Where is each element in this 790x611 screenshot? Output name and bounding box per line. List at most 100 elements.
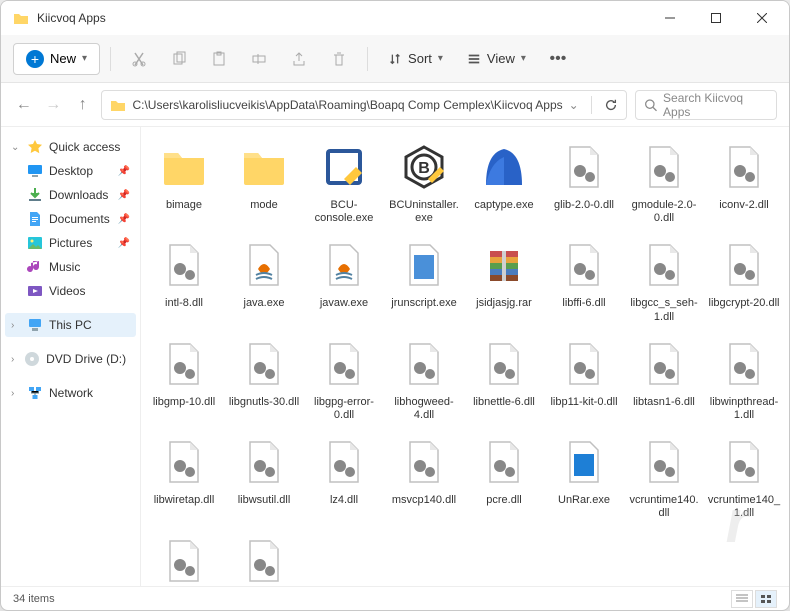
file-label: lz4.dll [330, 494, 358, 507]
file-item[interactable]: java.exe [225, 233, 303, 327]
file-item[interactable]: libhogweed-4.dll [385, 332, 463, 426]
file-item[interactable]: libgpg-error-0.dll [305, 332, 383, 426]
file-label: libp11-kit-0.dll [550, 396, 617, 409]
minimize-button[interactable] [647, 2, 693, 34]
dll-icon [556, 139, 612, 195]
dll-icon [236, 434, 292, 490]
file-item[interactable]: intl-8.dll [145, 233, 223, 327]
file-item[interactable]: libgnutls-30.dll [225, 332, 303, 426]
file-item[interactable]: libtasn1-6.dll [625, 332, 703, 426]
sidebar-item-videos[interactable]: Videos [5, 279, 136, 303]
file-label: glib-2.0-0.dll [554, 199, 614, 212]
file-item[interactable]: pcre.dll [465, 430, 543, 524]
close-button[interactable] [739, 2, 785, 34]
item-count: 34 items [13, 593, 55, 605]
sidebar-item-quick-access[interactable]: ⌄Quick access [5, 135, 136, 159]
dll-icon [316, 336, 372, 392]
dll-icon [236, 533, 292, 587]
pin-icon: 📌 [118, 166, 130, 177]
search-icon [644, 98, 657, 112]
sidebar-item-downloads[interactable]: Downloads📌 [5, 183, 136, 207]
cut-button[interactable] [121, 41, 157, 77]
file-label: vcruntime140.dll [627, 494, 701, 520]
file-item[interactable]: glib-2.0-0.dll [545, 135, 623, 229]
copy-button[interactable] [161, 41, 197, 77]
file-label: vcruntime140_1.dll [707, 494, 781, 520]
folder-icon [110, 97, 126, 113]
file-item[interactable]: BCUninstaller.exe [385, 135, 463, 229]
file-item[interactable]: mode [225, 135, 303, 229]
share-button[interactable] [281, 41, 317, 77]
file-item[interactable]: libp11-kit-0.dll [545, 332, 623, 426]
new-button[interactable]: + New ▾ [13, 43, 100, 75]
dll-icon [636, 336, 692, 392]
file-item[interactable]: gmodule-2.0-0.dll [625, 135, 703, 229]
sort-button[interactable]: Sort ▾ [378, 45, 453, 72]
file-pane[interactable]: bimagemodeBCU-console.exeBCUninstaller.e… [141, 127, 789, 586]
file-item[interactable]: javaw.exe [305, 233, 383, 327]
file-item[interactable]: jrunscript.exe [385, 233, 463, 327]
file-item[interactable]: libffi-6.dll [545, 233, 623, 327]
address-field[interactable]: C:\Users\karolisliucveikis\AppData\Roami… [101, 90, 626, 120]
file-item[interactable]: lz4.dll [305, 430, 383, 524]
file-item[interactable]: libgcc_s_seh-1.dll [625, 233, 703, 327]
bcu-icon [396, 139, 452, 195]
dll-icon [316, 434, 372, 490]
file-item[interactable]: vcruntime140_1.dll [705, 430, 783, 524]
chevron-down-icon: ▾ [82, 53, 87, 64]
window-title: Kiicvoq Apps [37, 11, 647, 25]
paste-button[interactable] [201, 41, 237, 77]
dll-icon [156, 434, 212, 490]
new-label: New [50, 51, 76, 66]
file-label: iconv-2.dll [719, 199, 769, 212]
sidebar-item-desktop[interactable]: Desktop📌 [5, 159, 136, 183]
file-item[interactable]: zlib1.dll [145, 529, 223, 587]
refresh-icon[interactable] [604, 98, 618, 112]
sidebar-item-documents[interactable]: Documents📌 [5, 207, 136, 231]
file-item[interactable]: libwinpthread-1.dll [705, 332, 783, 426]
separator [367, 47, 368, 71]
rename-button[interactable] [241, 41, 277, 77]
separator [591, 96, 592, 114]
forward-button[interactable]: → [42, 91, 63, 119]
file-item[interactable]: BCU-console.exe [305, 135, 383, 229]
dll-icon [636, 237, 692, 293]
chevron-down-icon[interactable]: ⌄ [569, 98, 579, 112]
sidebar-item-network[interactable]: ›Network [5, 381, 136, 405]
delete-button[interactable] [321, 41, 357, 77]
folder-icon [236, 139, 292, 195]
details-view-button[interactable] [731, 590, 753, 608]
view-button[interactable]: View ▾ [457, 45, 536, 72]
file-item[interactable]: libgcrypt-20.dll [705, 233, 783, 327]
file-item[interactable]: UnRar.exe [545, 430, 623, 524]
file-label: jrunscript.exe [391, 297, 456, 310]
file-item[interactable]: iconv-2.dll [705, 135, 783, 229]
file-item[interactable]: libnettle-6.dll [465, 332, 543, 426]
file-label: libgpg-error-0.dll [307, 396, 381, 422]
file-item[interactable]: libwiretap.dll [145, 430, 223, 524]
sidebar-item-pictures[interactable]: Pictures📌 [5, 231, 136, 255]
more-button[interactable]: ••• [540, 41, 576, 77]
plus-icon: + [26, 50, 44, 68]
sidebar-item-music[interactable]: Music [5, 255, 136, 279]
file-item[interactable]: bimage [145, 135, 223, 229]
file-item[interactable]: zstd.dll [225, 529, 303, 587]
sidebar-item-dvd[interactable]: ›DVD Drive (D:) CCCC [5, 347, 136, 371]
file-label: jsidjasjg.rar [476, 297, 532, 310]
file-item[interactable]: jsidjasjg.rar [465, 233, 543, 327]
titlebar[interactable]: Kiicvoq Apps [1, 1, 789, 35]
file-label: libgcc_s_seh-1.dll [627, 297, 701, 323]
file-item[interactable]: vcruntime140.dll [625, 430, 703, 524]
folder-icon [13, 10, 29, 26]
maximize-button[interactable] [693, 2, 739, 34]
file-item[interactable]: msvcp140.dll [385, 430, 463, 524]
icons-view-button[interactable] [755, 590, 777, 608]
sidebar-item-this-pc[interactable]: ›This PC [5, 313, 136, 337]
file-item[interactable]: captype.exe [465, 135, 543, 229]
search-field[interactable]: Search Kiicvoq Apps [635, 90, 777, 120]
back-button[interactable]: ← [13, 91, 34, 119]
file-label: BCU-console.exe [307, 199, 381, 225]
file-item[interactable]: libwsutil.dll [225, 430, 303, 524]
file-item[interactable]: libgmp-10.dll [145, 332, 223, 426]
up-button[interactable]: ↑ [72, 91, 93, 119]
